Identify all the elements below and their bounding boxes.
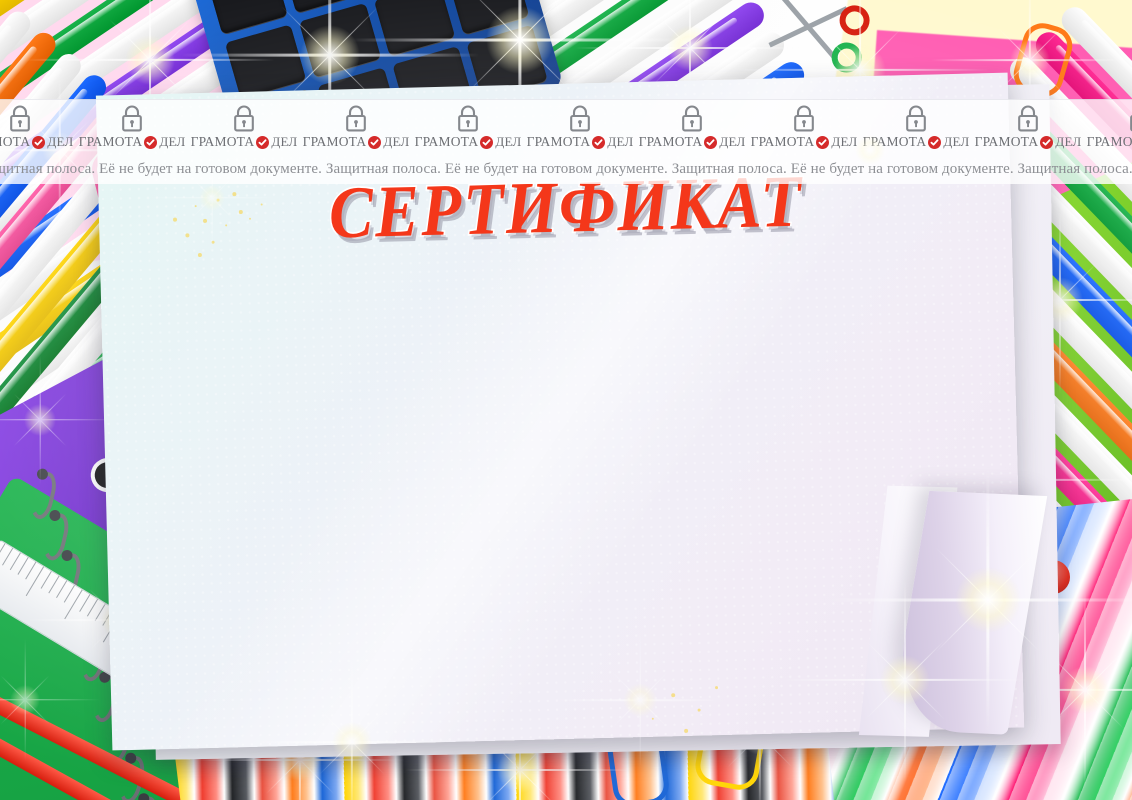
confetti-dot (651, 717, 654, 720)
lock-icon-wrap (343, 103, 369, 133)
brand-prefix: ГРАМОТА (526, 134, 591, 149)
brand-suffix: ДЕЛ (159, 134, 186, 149)
lock-icon-wrap (231, 103, 257, 133)
lock-icon (10, 105, 30, 132)
brand-prefix: ГРАМОТА (1086, 134, 1132, 149)
watermark-item: ГРАМОТА ДЕЛ (76, 103, 188, 150)
check-badge-icon (592, 135, 606, 149)
brand-suffix: ДЕЛ (831, 134, 858, 149)
confetti-dot (714, 686, 719, 690)
check-badge-icon (1040, 135, 1054, 149)
protection-strip: ГРАМОТА ДЕЛ ГРАМОТА ДЕЛ ГРАМОТА ДЕЛ ГРАМОТА ДЕЛ… (0, 99, 1132, 184)
brand-suffix: ДЕЛ (719, 134, 746, 149)
protection-notice: Защитная полоса. Её не будет на готовом … (0, 161, 1132, 177)
lock-icon (458, 105, 478, 132)
brand-prefix: ГРАМОТА (302, 134, 367, 149)
check-badge-icon (256, 135, 270, 149)
check-icon (146, 138, 155, 146)
lock-icon-wrap (567, 103, 593, 133)
lock-icon-wrap (1127, 103, 1132, 133)
brand-suffix: ДЕЛ (495, 134, 522, 149)
lock-icon (1018, 105, 1038, 132)
check-badge-icon (368, 135, 382, 149)
watermark-brand: ГРАМОТА ДЕЛ (79, 134, 186, 150)
watermark-item: ГРАМОТА ДЕЛ (188, 103, 300, 150)
brand-suffix: ДЕЛ (47, 134, 74, 149)
watermark-brand: ГРАМОТА ДЕЛ (415, 134, 522, 150)
watermark-row: ГРАМОТА ДЕЛ ГРАМОТА ДЕЛ ГРАМОТА ДЕЛ ГРАМОТА ДЕЛ… (0, 103, 1132, 161)
brand-suffix: ДЕЛ (607, 134, 634, 149)
watermark-brand: ГРАМОТА ДЕЛ (863, 134, 970, 150)
lock-icon-wrap (679, 103, 705, 133)
lock-icon (346, 105, 366, 132)
watermark-item: ГРАМОТА ДЕЛ (972, 103, 1084, 150)
watermark-item: ГРАМОТА ДЕЛ (860, 103, 972, 150)
check-icon (370, 138, 379, 146)
lock-icon (570, 105, 590, 132)
check-icon (706, 138, 715, 146)
brand-prefix: ГРАМОТА (414, 134, 479, 149)
confetti-dot (671, 693, 676, 698)
lock-icon (906, 105, 926, 132)
brand-prefix: ГРАМОТА (638, 134, 703, 149)
check-icon (258, 138, 267, 146)
lock-icon-wrap (455, 103, 481, 133)
watermark-brand: ГРАМОТАДЕЛ (1087, 134, 1132, 150)
watermark-brand: ГРАМОТА ДЕЛ (191, 134, 298, 150)
check-badge-icon (480, 135, 494, 149)
check-icon (34, 138, 43, 146)
lock-icon-wrap (119, 103, 145, 133)
lock-icon-wrap (791, 103, 817, 133)
check-icon (930, 138, 939, 146)
lock-icon-wrap (903, 103, 929, 133)
confetti-dot (684, 728, 689, 733)
brand-prefix: ГРАМОТА (78, 134, 143, 149)
confetti-dot (697, 708, 701, 712)
watermark-item: ГРАМОТА ДЕЛ (300, 103, 412, 150)
watermark-item: ГРАМОТА ДЕЛ (524, 103, 636, 150)
brand-prefix: ГРАМОТА (974, 134, 1039, 149)
check-badge-icon (32, 135, 46, 149)
watermark-item: ГРАМОТА ДЕЛ (636, 103, 748, 150)
check-icon (1042, 138, 1051, 146)
watermark-brand: ГРАМОТА ДЕЛ (527, 134, 634, 150)
check-icon (818, 138, 827, 146)
watermark-item: ГРАМОТАДЕЛ (1084, 103, 1132, 150)
watermark-brand: ГРАМОТА ДЕЛ (639, 134, 746, 150)
watermark-brand: ГРАМОТА ДЕЛ (0, 134, 73, 150)
watermark-brand: ГРАМОТА ДЕЛ (975, 134, 1082, 150)
watermark-item: ГРАМОТА ДЕЛ (0, 103, 76, 150)
brand-prefix: ГРАМОТА (190, 134, 255, 149)
lock-icon (234, 105, 254, 132)
watermark-brand: ГРАМОТА ДЕЛ (303, 134, 410, 150)
check-icon (594, 138, 603, 146)
watermark-brand: ГРАМОТА ДЕЛ (751, 134, 858, 150)
lock-icon (682, 105, 702, 132)
lock-icon-wrap (7, 103, 33, 133)
certificate-screenshot: 023 (0, 0, 1132, 800)
check-badge-icon (704, 135, 718, 149)
lock-icon (1130, 115, 1132, 132)
brand-prefix: ГРАМОТА (750, 134, 815, 149)
brand-suffix: ДЕЛ (383, 134, 410, 149)
brand-suffix: ДЕЛ (943, 134, 970, 149)
lock-icon (122, 105, 142, 132)
lock-icon (794, 105, 814, 132)
brand-prefix: ГРАМОТА (0, 134, 31, 149)
lock-icon-wrap (1015, 103, 1041, 133)
brand-prefix: ГРАМОТА (862, 134, 927, 149)
check-badge-icon (816, 135, 830, 149)
brand-suffix: ДЕЛ (1055, 134, 1082, 149)
check-badge-icon (144, 135, 158, 149)
watermark-item: ГРАМОТА ДЕЛ (748, 103, 860, 150)
watermark-item: ГРАМОТА ДЕЛ (412, 103, 524, 150)
check-icon (482, 138, 491, 146)
brand-suffix: ДЕЛ (271, 134, 298, 149)
check-badge-icon (928, 135, 942, 149)
